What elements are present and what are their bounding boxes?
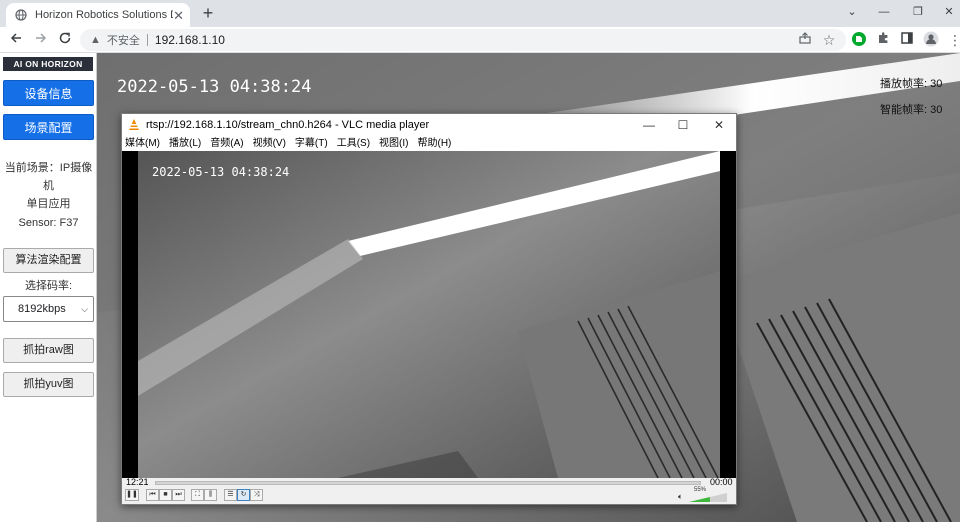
sidebar: AI ON HORIZON 设备信息 场景配置 当前场景：IP摄像 机 单目应用… xyxy=(0,53,97,522)
more-menu-icon[interactable]: ⋮ xyxy=(946,31,960,49)
horizon-logo: AI ON HORIZON xyxy=(3,57,93,71)
pause-icon[interactable]: ❚❚ xyxy=(125,489,139,501)
vlc-elapsed-time: 12:21 xyxy=(126,477,149,487)
bookmark-star-icon[interactable]: ☆ xyxy=(820,31,838,49)
reload-icon[interactable] xyxy=(56,31,74,49)
loop-icon[interactable]: ↻ xyxy=(237,489,250,501)
current-scene-value: IP摄像 xyxy=(59,162,93,174)
vlc-menu-video[interactable]: 视频(V) xyxy=(253,136,286,151)
minimize-button[interactable]: — xyxy=(870,2,898,22)
vlc-remaining-time: 00:00 xyxy=(710,477,733,487)
not-secure-label: 不安全 xyxy=(106,35,140,47)
extended-settings-icon[interactable]: ⫼ xyxy=(204,489,217,501)
vlc-menu-audio[interactable]: 音频(A) xyxy=(210,136,243,151)
capture-raw-button[interactable]: 抓拍raw图 xyxy=(3,338,94,363)
tab-strip: Horizon Robotics Solutions Demo ✕ + ⌄ — … xyxy=(0,0,960,27)
share-icon[interactable] xyxy=(796,31,814,49)
speaker-icon[interactable]: 🔈︎ xyxy=(678,492,683,502)
algo-render-config-button[interactable]: 算法渲染配置 xyxy=(3,248,94,273)
current-scene-value-cont: 机 xyxy=(43,180,54,192)
bitrate-selected-value: 8192kbps xyxy=(18,303,66,315)
volume-slider[interactable] xyxy=(689,493,727,502)
fullscreen-icon[interactable]: ⛶ xyxy=(191,489,204,501)
playlist-icon[interactable]: ☰ xyxy=(224,489,237,501)
capture-yuv-button[interactable]: 抓拍yuv图 xyxy=(3,372,94,397)
vlc-menu-subtitle[interactable]: 字幕(T) xyxy=(295,136,328,151)
current-scene-label: 当前场景： xyxy=(4,162,60,174)
forward-icon[interactable] xyxy=(32,31,50,49)
address-bar[interactable]: ▲ 不安全 192.168.1.10 xyxy=(80,29,846,51)
sensor-text: Sensor: F37 xyxy=(18,217,79,229)
profile-avatar-icon[interactable] xyxy=(922,31,940,49)
vlc-menu-help[interactable]: 帮助(H) xyxy=(418,136,452,151)
bitrate-label: 选择码率: xyxy=(24,280,73,292)
vlc-menu-media[interactable]: 媒体(M) xyxy=(125,136,160,151)
vlc-menu-playback[interactable]: 播放(L) xyxy=(169,136,201,151)
evernote-extension-icon[interactable] xyxy=(850,31,868,49)
extensions-puzzle-icon[interactable] xyxy=(874,31,892,49)
previous-icon[interactable]: ⏮ xyxy=(146,489,159,501)
side-panel-icon[interactable] xyxy=(898,31,916,49)
app-mode-text: 单目应用 xyxy=(26,198,71,210)
next-icon[interactable]: ⏭ xyxy=(172,489,185,501)
close-window-button[interactable]: ✕ xyxy=(935,2,960,22)
chevron-down-icon: ⌵ xyxy=(81,304,88,314)
tab-title: Horizon Robotics Solutions Demo xyxy=(35,9,173,21)
vlc-maximize-button[interactable]: ☐ xyxy=(666,114,700,136)
stream-timestamp: 2022-05-13 04:38:24 xyxy=(117,77,312,97)
vlc-control-bar: ❚❚ ⏮ ■ ⏭ ⛶ ⫼ ☰ ↻ ⤨ 🔈︎ 55% xyxy=(122,487,736,504)
browser-tab[interactable]: Horizon Robotics Solutions Demo ✕ xyxy=(6,3,190,27)
browser-toolbar: ▲ 不安全 192.168.1.10 ☆ ⋮ xyxy=(0,27,960,53)
vlc-seek-row: 12:21 00:00 xyxy=(122,478,736,487)
vlc-menu-tools[interactable]: 工具(S) xyxy=(337,136,370,151)
vlc-menu-view[interactable]: 视图(I) xyxy=(379,136,408,151)
tab-search-icon[interactable]: ⌄ xyxy=(838,2,866,22)
globe-icon xyxy=(15,9,27,21)
maximize-button[interactable]: ❐ xyxy=(904,2,932,22)
bitrate-select[interactable]: 8192kbps ⌵ xyxy=(3,296,94,322)
new-tab-button[interactable]: + xyxy=(198,3,218,23)
vlc-video-timestamp: 2022-05-13 04:38:24 xyxy=(152,165,290,179)
omnibox-divider xyxy=(146,34,148,46)
vlc-video-area[interactable]: 2022-05-13 04:38:24 xyxy=(122,151,736,478)
device-info-button[interactable]: 设备信息 xyxy=(3,80,94,106)
smart-fps-text: 智能帧率: 30 xyxy=(880,104,943,116)
stop-icon[interactable]: ■ xyxy=(159,489,172,501)
volume-fill xyxy=(689,497,710,502)
warning-icon[interactable]: ▲ xyxy=(90,34,101,46)
vlc-video-frame xyxy=(138,151,720,478)
vlc-seek-bar[interactable] xyxy=(155,481,701,485)
current-scene-line: 当前场景：IP摄像 xyxy=(0,159,97,177)
vlc-title-text: rtsp://192.168.1.10/stream_chn0.h264 - V… xyxy=(146,119,430,131)
vlc-close-button[interactable]: ✕ xyxy=(702,114,736,136)
vlc-window: rtsp://192.168.1.10/stream_chn0.h264 - V… xyxy=(121,113,737,505)
back-icon[interactable] xyxy=(7,31,25,49)
vlc-menu-bar: 媒体(M) 播放(L) 音频(A) 视频(V) 字幕(T) 工具(S) 视图(I… xyxy=(122,136,736,151)
url-text: 192.168.1.10 xyxy=(154,33,225,47)
scene-config-button[interactable]: 场景配置 xyxy=(3,114,94,140)
shuffle-icon[interactable]: ⤨ xyxy=(250,489,263,501)
vlc-minimize-button[interactable]: — xyxy=(632,114,666,136)
play-fps-text: 播放帧率: 30 xyxy=(880,78,943,90)
vlc-cone-icon xyxy=(129,119,139,130)
tab-close-icon[interactable]: ✕ xyxy=(173,9,184,22)
